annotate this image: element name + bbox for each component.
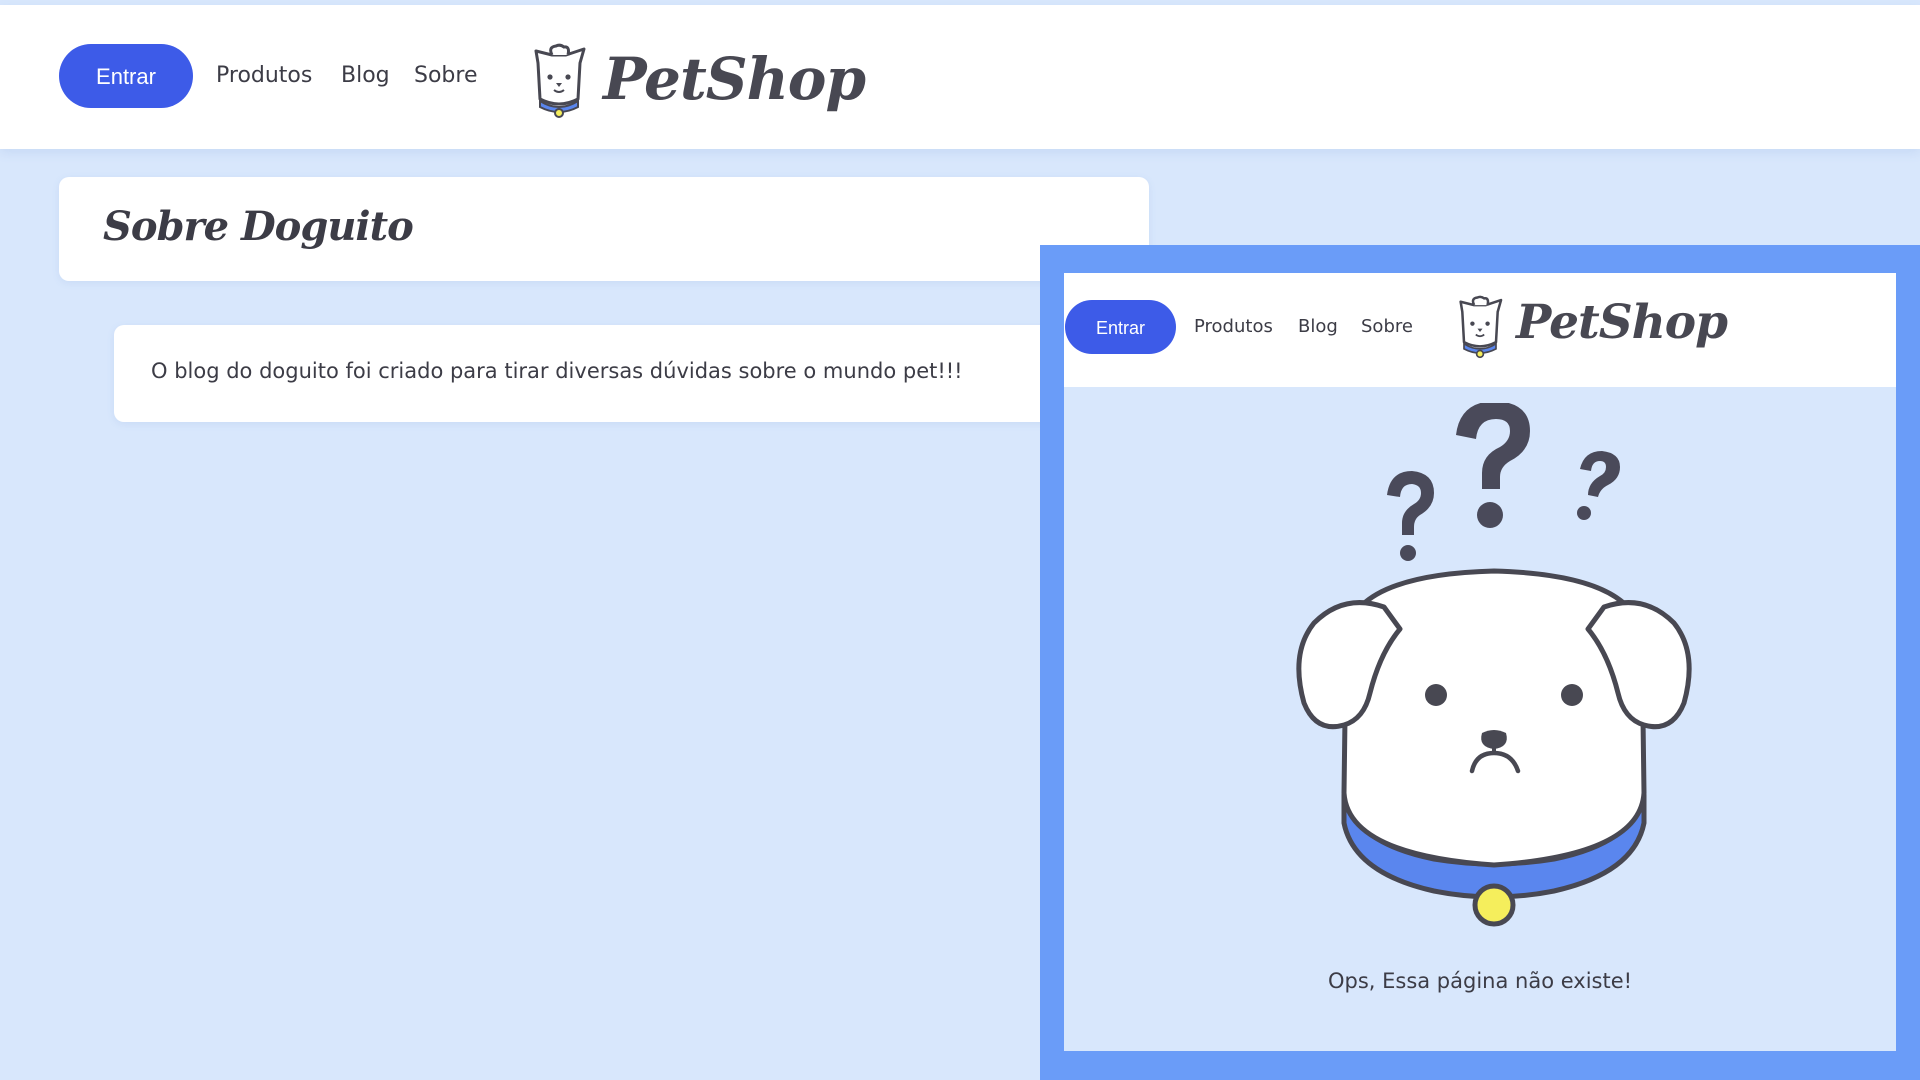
nav-link-produtos[interactable]: Produtos <box>216 63 312 88</box>
overlay-page: Entrar Produtos Blog Sobre PetShop Ops, … <box>1064 273 1896 1051</box>
content-card: O blog do doguito foi criado para tirar … <box>114 325 1114 422</box>
overlay-header: Entrar Produtos Blog Sobre PetShop <box>1064 273 1896 387</box>
page-description: O blog do doguito foi criado para tirar … <box>151 359 963 383</box>
site-header: Entrar Produtos Blog Sobre PetShop <box>0 5 1920 149</box>
error-message: Ops, Essa página não existe! <box>1327 969 1633 993</box>
overlay-logo-text[interactable]: PetShop <box>1516 295 1728 350</box>
nav-link-blog[interactable]: Blog <box>341 63 390 88</box>
page-title: Sobre Doguito <box>103 203 414 250</box>
sad-dog-illustration <box>1296 403 1692 927</box>
overlay-nav-link-blog[interactable]: Blog <box>1298 316 1338 337</box>
question-mark-icon <box>1387 471 1434 561</box>
question-mark-icon <box>1456 403 1530 528</box>
question-mark-icon <box>1577 451 1620 520</box>
overlay-petshop-logo-dog-icon[interactable] <box>1452 295 1508 359</box>
overlay-login-button[interactable]: Entrar <box>1065 300 1176 354</box>
page-title-card: Sobre Doguito <box>59 177 1149 281</box>
login-button[interactable]: Entrar <box>59 44 193 108</box>
overlay-window: Entrar Produtos Blog Sobre PetShop Ops, … <box>1040 245 1920 1080</box>
overlay-nav-link-produtos[interactable]: Produtos <box>1194 316 1273 337</box>
petshop-logo-dog-icon[interactable] <box>526 43 592 119</box>
nav-link-sobre[interactable]: Sobre <box>414 63 478 88</box>
overlay-nav-link-sobre[interactable]: Sobre <box>1361 316 1413 337</box>
logo-text[interactable]: PetShop <box>603 45 866 113</box>
